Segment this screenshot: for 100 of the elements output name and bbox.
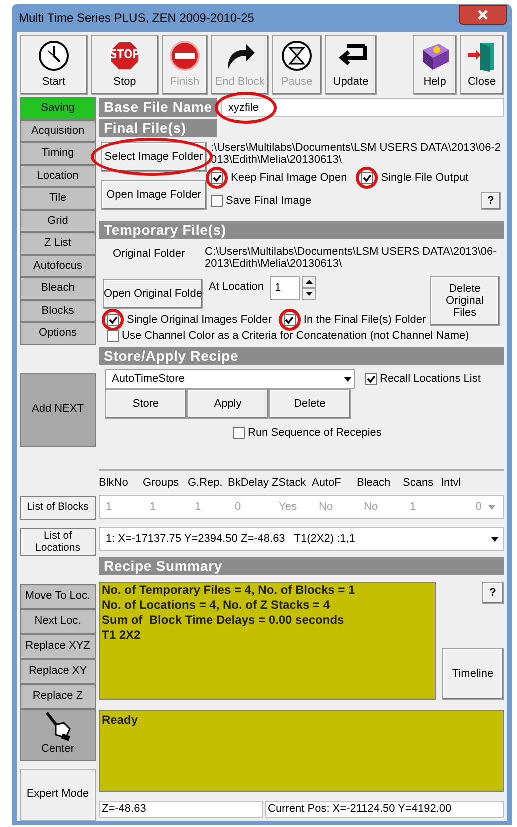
sidebar-tab[interactable]: Bleach bbox=[20, 277, 96, 300]
sidebar-tab[interactable]: Z List bbox=[20, 232, 96, 254]
column-header: BkDelay bbox=[228, 476, 270, 491]
delete-original-files-button[interactable]: Delete Original Files bbox=[430, 276, 500, 326]
checkbox[interactable] bbox=[211, 195, 223, 208]
column-header: Scans bbox=[403, 476, 435, 491]
sidebar-tab[interactable]: Acquisition bbox=[20, 120, 96, 142]
list-of-locations-button[interactable]: List of Locations bbox=[20, 528, 96, 556]
dropdown-arrow-icon bbox=[488, 504, 496, 510]
sidebar-button[interactable]: Move To Loc. bbox=[20, 584, 96, 608]
column-header: G.Rep. bbox=[188, 476, 224, 491]
status-bar-field: Z=-48.63 bbox=[99, 801, 263, 818]
help-button[interactable]: ? bbox=[482, 582, 504, 604]
dropdown-arrow-icon bbox=[344, 376, 352, 382]
locations-dropdown[interactable]: 1: X=-17137.75 Y=2394.50 Z=-48.63 T1(2X2) :1,1 bbox=[99, 527, 504, 551]
checkbox[interactable] bbox=[361, 172, 374, 184]
toolbar-button[interactable]: Close bbox=[460, 35, 504, 95]
toolbar-button[interactable]: STOP Stop bbox=[91, 35, 159, 95]
sidebar-button[interactable]: Next Loc. bbox=[20, 608, 96, 634]
section-header: Final File(s) bbox=[99, 119, 217, 137]
sidebar-tab[interactable]: Autofocus bbox=[20, 254, 96, 277]
sidebar-tab[interactable]: Options bbox=[20, 322, 96, 344]
summary-line: T1 2X2 bbox=[102, 628, 142, 643]
no-entry-icon bbox=[169, 40, 201, 72]
check-icon bbox=[285, 316, 294, 325]
select-image-folder-button[interactable]: Select Image Folder bbox=[101, 142, 207, 172]
sidebar-tab[interactable]: Blocks bbox=[20, 300, 96, 322]
sidebar-button[interactable]: Replace XYZ bbox=[20, 634, 96, 658]
sidebar-tab[interactable]: Tile bbox=[20, 187, 96, 210]
column-header: Intvl bbox=[441, 476, 462, 491]
table-cell-text: No bbox=[319, 500, 334, 515]
toolbar-button[interactable]: Help bbox=[413, 35, 457, 95]
checkbox-label: Recall Locations List bbox=[380, 372, 481, 387]
folder-path: :\Users\Multilabs\Documents\LSM USERS DATA\2013\06-2013\Edith\Melia\20130613\ bbox=[211, 142, 501, 166]
help-button[interactable]: ? bbox=[481, 192, 501, 210]
base-file-name-field[interactable]: xyzfile bbox=[221, 98, 504, 117]
checkbox-label: Use Channel Color as a Criteria for Concatenation (not Channel Name) bbox=[122, 328, 470, 344]
open-image-folder-button[interactable]: Open Image Folder bbox=[101, 180, 207, 210]
sidebar-tab[interactable]: Location bbox=[20, 164, 96, 187]
add-next-button[interactable]: Add NEXT bbox=[20, 372, 96, 446]
sidebar-button[interactable]: Replace XY bbox=[20, 658, 96, 684]
summary-line: Sum of Block Time Delays = 0.00 seconds bbox=[102, 613, 346, 628]
up-arrow-icon bbox=[306, 280, 313, 284]
sidebar-tab[interactable]: Timing bbox=[20, 142, 96, 164]
checkbox-label: Keep Final Image Open bbox=[231, 171, 348, 186]
sidebar-tab[interactable]: Saving bbox=[20, 97, 96, 120]
checkbox-label: Save Final Image bbox=[226, 194, 312, 209]
timeline-button[interactable]: Timeline bbox=[442, 648, 504, 700]
spin-down-button[interactable] bbox=[302, 288, 316, 300]
checkbox[interactable] bbox=[107, 330, 119, 342]
list-of-blocks-button[interactable]: List of Blocks bbox=[20, 496, 96, 520]
sidebar-button[interactable]: Replace Z bbox=[20, 684, 96, 708]
check-icon bbox=[362, 174, 372, 183]
toolbar-button[interactable]: Start bbox=[20, 35, 88, 95]
recipe-dropdown[interactable]: AutoTimeStore bbox=[105, 369, 355, 389]
checkbox[interactable] bbox=[365, 373, 377, 385]
sidebar-tab[interactable]: Grid bbox=[20, 210, 96, 232]
close-icon bbox=[478, 10, 488, 20]
field-label: Original Folder bbox=[112, 247, 186, 262]
table-cell-text: Yes bbox=[279, 500, 298, 515]
checkbox-label: In the Final File(s) Folder bbox=[304, 313, 426, 328]
table-cell-text: 1 bbox=[410, 500, 418, 515]
center-button[interactable]: Center bbox=[20, 708, 96, 760]
close-button[interactable] bbox=[459, 5, 507, 25]
recipe-button[interactable]: Store bbox=[105, 389, 187, 419]
hourglass-icon bbox=[281, 40, 313, 72]
location-spinner-field[interactable]: 1 bbox=[270, 276, 300, 300]
field-label: Base File Name bbox=[99, 98, 218, 117]
checkbox[interactable] bbox=[233, 427, 245, 440]
table-cell-text: 1 bbox=[150, 500, 158, 515]
checkbox-label: Single File Output bbox=[381, 171, 469, 186]
recipe-button[interactable]: Apply bbox=[187, 389, 269, 419]
column-header: AutoF bbox=[312, 476, 342, 491]
check-icon bbox=[366, 374, 376, 384]
checkbox[interactable] bbox=[284, 314, 296, 326]
table-cell-text: 0 bbox=[474, 500, 483, 515]
open-original-folder-button[interactable]: Open Original Folde bbox=[103, 279, 203, 309]
column-header: ZStack bbox=[272, 476, 308, 491]
table-cell-text: 0 bbox=[235, 500, 242, 515]
section-header: Store/Apply Recipe bbox=[99, 347, 504, 365]
status-bar-field: Current Pos: X=-21124.50 Y=4192.00 bbox=[265, 801, 504, 818]
window-title: Multi Time Series PLUS, ZEN 2009-2010-25 bbox=[18, 10, 254, 27]
column-header: Groups bbox=[143, 476, 180, 491]
toolbar-button[interactable]: Update bbox=[325, 35, 377, 95]
status-message: Ready bbox=[99, 710, 504, 792]
folder-path: C:\Users\Multilabs\Documents\LSM USERS DATA\2013\06-2013\Edith\Melia\20130613\ bbox=[205, 246, 498, 270]
spin-up-button[interactable] bbox=[302, 276, 316, 288]
checkbox-label: Single Original Images Folder bbox=[127, 313, 272, 328]
section-header: Temporary File(s) bbox=[99, 221, 504, 239]
dropdown-arrow-icon bbox=[491, 536, 499, 542]
table-cell-text: No bbox=[364, 500, 380, 515]
checkbox-label: Run Sequence of Recepies bbox=[248, 426, 382, 441]
table-cell-text: 1 bbox=[106, 500, 114, 515]
column-header: Bleach bbox=[357, 476, 392, 491]
summary-line: No. of Temporary Files = 4, No. of Blocks = 1 bbox=[102, 583, 356, 598]
summary-line: No. of Locations = 4, No. of Z Stacks = 4 bbox=[102, 598, 332, 613]
expert-mode-button[interactable]: Expert Mode bbox=[20, 768, 96, 820]
checkbox[interactable] bbox=[211, 172, 223, 184]
checkbox[interactable] bbox=[107, 314, 119, 326]
recipe-button[interactable]: Delete bbox=[269, 389, 351, 419]
